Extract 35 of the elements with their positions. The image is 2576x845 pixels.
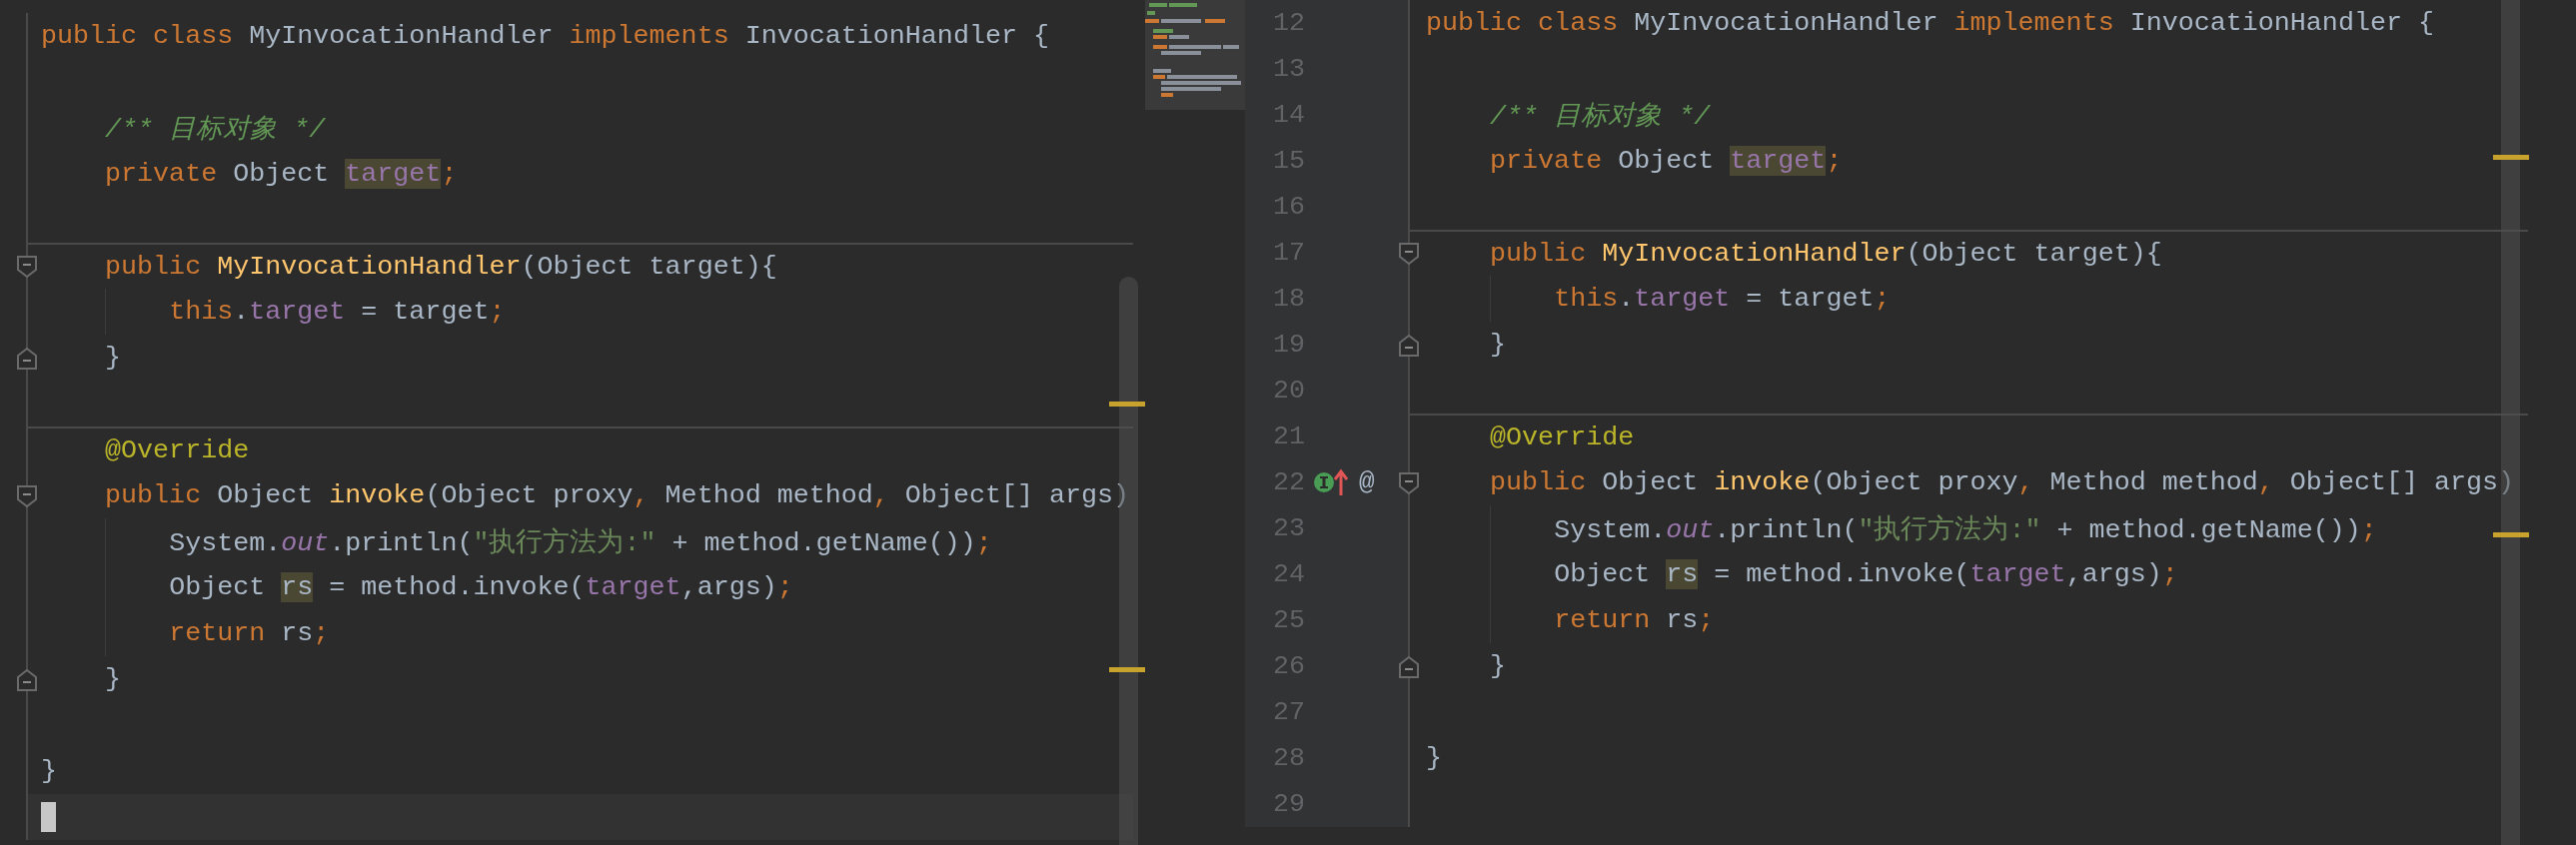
code-line: }	[1490, 330, 1507, 360]
code-line: private Object target;	[105, 159, 458, 189]
fold-end-icon[interactable]	[16, 668, 38, 692]
code-line: public class MyInvocationHandler implements InvocationHandler {	[1426, 8, 2434, 38]
code-line: public MyInvocationHandler(Object target){	[1490, 239, 2162, 269]
code-line: return rs;	[169, 618, 330, 648]
code-line: }	[41, 756, 57, 786]
code-line: Object rs = method.invoke(target,args);	[1554, 559, 2178, 589]
code-line: private Object target;	[1490, 146, 1843, 176]
code-line: @Override	[1490, 422, 1635, 452]
code-line: this.target = target;	[1554, 284, 1891, 314]
code-line: Object rs = method.invoke(target,args);	[169, 572, 793, 602]
code-line: public Object invoke(Object proxy, Method method, Object[] args)	[105, 480, 1130, 510]
code-line: }	[105, 343, 122, 373]
code-line: public Object invoke(Object proxy, Method method, Object[] args)	[1490, 467, 2515, 497]
code-line: public MyInvocationHandler(Object target){	[105, 252, 777, 282]
collapse-icon[interactable]	[1398, 242, 1420, 266]
annotation-marker[interactable]: @	[1359, 467, 1375, 497]
code-line: /** 目标对象 */	[105, 114, 326, 146]
collapse-icon[interactable]	[1398, 471, 1420, 495]
code-line: }	[105, 664, 122, 694]
fold-end-icon[interactable]	[1398, 334, 1420, 358]
fold-end-icon[interactable]	[16, 347, 38, 371]
code-line: public class MyInvocationHandler implements InvocationHandler {	[41, 21, 1049, 51]
collapse-icon[interactable]	[16, 484, 38, 508]
code-line: System.out.println("执行方法为:" + method.getName());	[169, 526, 992, 559]
code-line: return rs;	[1554, 605, 1715, 635]
code-line: @Override	[105, 435, 250, 465]
code-line: this.target = target;	[169, 297, 506, 327]
code-line: /** 目标对象 */	[1490, 101, 1711, 133]
code-line: System.out.println("执行方法为:" + method.getName());	[1554, 513, 2377, 546]
fold-end-icon[interactable]	[1398, 655, 1420, 679]
code-line: }	[1426, 743, 1442, 773]
collapse-icon[interactable]	[16, 255, 38, 279]
code-line: }	[1490, 651, 1507, 681]
